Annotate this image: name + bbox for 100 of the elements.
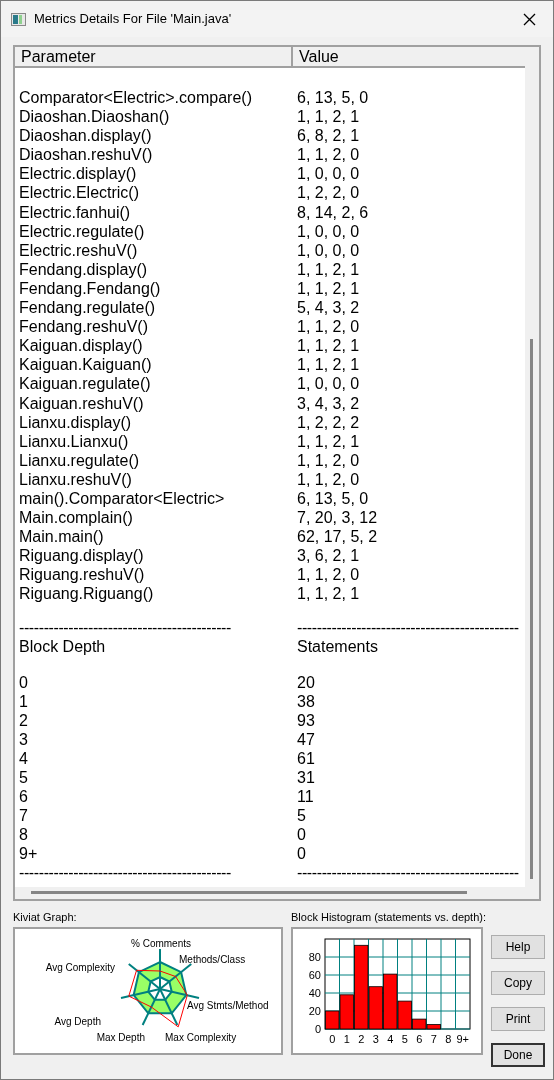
parameter-cell-text: Kaiguan.display(): [19, 336, 144, 356]
value-cell: 1, 2, 2, 0: [297, 183, 360, 203]
statements-cell: 20: [297, 672, 315, 692]
y-tick-label: 60: [308, 969, 321, 981]
statements-cell: 31: [297, 768, 315, 788]
statements-cell: 38: [297, 691, 315, 711]
parameter-cell-text: Kaiguan.reshuV(): [19, 393, 145, 413]
dialog-button[interactable]: Print: [491, 1007, 545, 1031]
value-cell: 3, 4, 3, 2: [297, 393, 360, 413]
parameter-cell-text: main().Comparator<Electric>: [19, 488, 226, 509]
column-header[interactable]: Parameter: [15, 47, 293, 66]
value-cell: 6, 8, 2, 1: [297, 126, 360, 146]
value-cell: 1, 1, 2, 0: [297, 565, 360, 585]
x-tick-label: 8: [445, 1033, 452, 1045]
parameter-cell-text: Diaoshan.Diaoshan(): [19, 107, 171, 127]
parameter-cell-text: Comparator<Electric>.compare(): [19, 88, 253, 108]
x-tick-label: 2: [358, 1033, 365, 1045]
close-icon: [522, 12, 536, 26]
depth-cell-text: 1: [19, 691, 29, 711]
y-tick-label: 40: [308, 987, 321, 999]
value-cell: 1, 1, 2, 1: [297, 584, 360, 604]
value-cell: 1, 1, 2, 0: [297, 450, 360, 470]
parameter-cell-text: Fendang.reshuV(): [19, 317, 149, 337]
value-cell: 1, 1, 2, 1: [297, 336, 360, 356]
parameter-cell-text: Main.complain(): [19, 508, 134, 528]
parameter-cell-text: Riguang.display(): [19, 546, 145, 566]
value-cell: 5, 4, 3, 2: [297, 298, 360, 318]
value-cell: 1, 0, 0, 0: [297, 240, 360, 260]
x-tick-label: 5: [401, 1033, 408, 1045]
depth-cell-text: 4: [19, 748, 29, 768]
axis-label: % Comments: [131, 938, 191, 949]
axis-label: Max Complexity: [165, 1032, 237, 1043]
value-cell: 62, 17, 5, 2: [297, 527, 378, 547]
x-tick-label: 7: [430, 1033, 437, 1045]
dashed-separator: ---------------------------------------------: [297, 863, 519, 883]
y-tick-label: 20: [308, 1005, 321, 1017]
axis-label: Avg Depth: [54, 1016, 101, 1027]
value-cell: 6, 13, 5, 0: [297, 488, 369, 509]
column-header[interactable]: Value: [293, 47, 525, 66]
statements-cell: 5: [297, 806, 306, 826]
dialog-button[interactable]: Help: [491, 935, 545, 959]
value-cell: 3, 6, 2, 1: [297, 546, 360, 566]
parameter-cell-text: Fendang.regulate(): [19, 298, 157, 318]
parameter-cell-text: Electric.Electric(): [19, 183, 140, 203]
statements-cell: 11: [297, 787, 314, 807]
depth-cell-text: 7: [19, 806, 29, 826]
window-title: Metrics Details For File 'Main.java': [34, 10, 233, 29]
value-cell: 1, 1, 2, 1: [297, 259, 360, 279]
value-cell: 6, 13, 5, 0: [297, 88, 369, 108]
value-cell: 1, 2, 2, 2: [297, 412, 360, 432]
parameter-cell-text: Kaiguan.Kaiguan(): [19, 355, 153, 375]
window-icon: [11, 12, 26, 26]
parameter-cell-text: Lianxu.regulate(): [19, 450, 141, 470]
value-cell: 1, 0, 0, 0: [297, 164, 360, 184]
x-tick-label: 1: [343, 1033, 350, 1045]
parameter-cell-text: Diaoshan.reshuV(): [19, 145, 154, 165]
scrollbar-thumb[interactable]: [31, 891, 467, 894]
value-cell: 1, 1, 2, 0: [297, 469, 360, 489]
parameter-cell-text: Electric.fanhui(): [19, 202, 132, 222]
parameter-cell-text: Electric.regulate(): [19, 221, 146, 241]
dashed-separator: ---------------------------------------------: [297, 617, 519, 637]
axis-label: Max Depth: [96, 1032, 145, 1043]
value-cell: 7, 20, 3, 12: [297, 508, 378, 528]
statements-cell: 61: [297, 748, 315, 768]
parameter-cell-text: Kaiguan.regulate(): [19, 374, 152, 394]
histogram-label: Block Histogram (statements vs. depth):: [291, 910, 483, 925]
column-heading: Statements: [297, 636, 378, 656]
parameter-cell-text: Lianxu.Lianxu(): [19, 431, 130, 451]
dialog-button[interactable]: Done: [491, 1043, 545, 1067]
dashed-separator: -------------------------------------------: [19, 863, 232, 883]
kiviat-graph-label: Kiviat Graph:: [13, 910, 78, 925]
x-tick-label: 4: [387, 1033, 394, 1045]
value-cell: 1, 0, 0, 0: [297, 374, 360, 394]
value-cell: 1, 1, 2, 1: [297, 107, 360, 127]
scrollbar-thumb[interactable]: [530, 339, 533, 879]
parameter-cell-text: Electric.display(): [19, 164, 138, 184]
parameter-cell-text: Riguang.Riguang(): [19, 584, 155, 604]
value-cell: 1, 1, 2, 0: [297, 317, 360, 337]
axis-label: Avg Stmts/Method: [187, 1000, 269, 1011]
value-cell: 1, 1, 2, 1: [297, 355, 360, 375]
axis-label: Avg Complexity: [45, 962, 115, 973]
x-tick-label: 0: [329, 1033, 336, 1045]
value-cell: 1, 1, 2, 1: [297, 431, 360, 451]
dashed-separator: -------------------------------------------: [19, 617, 232, 637]
parameter-cell-text: Diaoshan.display(): [19, 126, 153, 146]
x-tick-label: 3: [372, 1033, 379, 1045]
y-tick-label: 0: [314, 1023, 321, 1035]
dialog-button[interactable]: Copy: [491, 971, 545, 995]
axis-label: Methods/Class: [179, 954, 246, 965]
value-cell: 1, 0, 0, 0: [297, 221, 360, 241]
depth-cell-text: 6: [19, 787, 29, 807]
value-cell: 1, 1, 2, 1: [297, 278, 360, 299]
parameter-cell-text: Riguang.reshuV(): [19, 565, 146, 585]
depth-cell-text: 3: [19, 729, 29, 749]
parameter-cell-text: Lianxu.display(): [19, 412, 133, 432]
value-cell: 1, 1, 2, 0: [297, 145, 360, 165]
depth-cell-text: 5: [19, 768, 29, 788]
parameter-cell-text: Electric.reshuV(): [19, 240, 139, 260]
y-tick-label: 80: [308, 951, 321, 963]
parameter-cell-text: Main.main(): [19, 527, 105, 547]
